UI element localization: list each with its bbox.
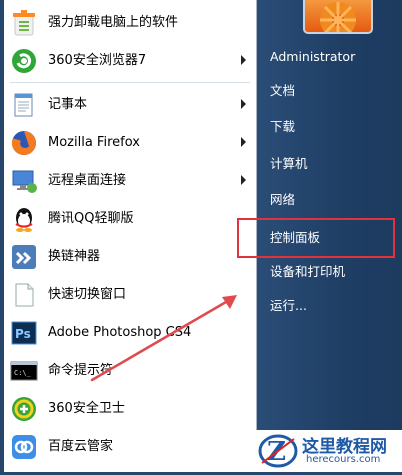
program-cmd[interactable]: C:\_ 命令提示符 — [4, 352, 256, 390]
svg-text:Ps: Ps — [15, 327, 31, 341]
divider — [10, 82, 250, 83]
remote-desktop-icon — [10, 167, 38, 195]
uninstall-icon — [10, 9, 38, 37]
watermark-logo-icon: Z — [258, 431, 298, 471]
program-label: 百度云管家 — [48, 439, 114, 454]
submenu-arrow-icon[interactable] — [241, 137, 246, 147]
svg-text:C:\_: C:\_ — [14, 369, 32, 377]
program-qq[interactable]: 腾讯QQ轻聊版 — [4, 200, 256, 238]
program-label: Mozilla Firefox — [48, 135, 140, 150]
highlight-box — [237, 218, 395, 258]
program-switch-window[interactable]: 快速切换窗口 — [4, 276, 256, 314]
baidu-cloud-icon — [10, 433, 38, 461]
computer-link[interactable]: 计算机 — [270, 156, 308, 172]
program-label: 快速切换窗口 — [48, 287, 127, 302]
program-360-safe[interactable]: 360安全卫士 — [4, 390, 256, 428]
notepad-icon — [10, 91, 38, 119]
program-label: 记事本 — [48, 97, 88, 112]
watermark-url: herecours.com — [306, 454, 381, 465]
switch-window-icon — [10, 281, 38, 309]
360-browser-icon — [10, 47, 38, 75]
360-safe-icon — [10, 395, 38, 423]
user-folder-link[interactable]: Administrator — [270, 49, 355, 65]
program-firefox[interactable]: Mozilla Firefox — [4, 124, 256, 162]
program-remote-desktop[interactable]: 远程桌面连接 — [4, 162, 256, 200]
devices-printers-link[interactable]: 设备和打印机 — [270, 264, 345, 280]
cmd-icon: C:\_ — [10, 357, 38, 385]
firefox-icon — [10, 129, 38, 157]
program-link-tool[interactable]: 换链神器 — [4, 238, 256, 276]
program-uninstaller[interactable]: 强力卸载电脑上的软件 — [4, 4, 256, 42]
submenu-arrow-icon[interactable] — [241, 99, 246, 109]
documents-link[interactable]: 文档 — [270, 83, 295, 99]
program-notepad[interactable]: 记事本 — [4, 86, 256, 124]
program-360-browser[interactable]: 360安全浏览器7 — [4, 42, 256, 80]
program-label: Adobe Photoshop CS4 — [48, 325, 192, 340]
program-photoshop[interactable]: Ps Adobe Photoshop CS4 — [4, 314, 256, 352]
submenu-arrow-icon[interactable] — [241, 55, 246, 65]
watermark: Z 这里教程网 herecours.com — [256, 430, 402, 472]
program-label: 命令提示符 — [48, 363, 114, 378]
run-link[interactable]: 运行... — [270, 298, 307, 314]
user-avatar[interactable] — [303, 0, 373, 34]
link-tool-icon — [10, 243, 38, 271]
network-link[interactable]: 网络 — [270, 192, 295, 208]
downloads-link[interactable]: 下载 — [270, 119, 295, 135]
program-label: 360安全浏览器7 — [48, 53, 147, 68]
programs-panel: 强力卸载电脑上的软件 360安全浏览器7 记事本 Mozilla Firefox — [4, 0, 257, 472]
program-baidu-cloud[interactable]: 百度云管家 — [4, 428, 256, 466]
photoshop-icon: Ps — [10, 319, 38, 347]
program-label: 换链神器 — [48, 249, 101, 264]
program-label: 强力卸载电脑上的软件 — [48, 15, 179, 30]
submenu-arrow-icon[interactable] — [241, 175, 246, 185]
program-label: 腾讯QQ轻聊版 — [48, 211, 134, 226]
start-menu: 强力卸载电脑上的软件 360安全浏览器7 记事本 Mozilla Firefox — [0, 0, 402, 472]
program-label: 远程桌面连接 — [48, 173, 127, 188]
program-label: 360安全卫士 — [48, 401, 125, 416]
qq-icon — [10, 205, 38, 233]
